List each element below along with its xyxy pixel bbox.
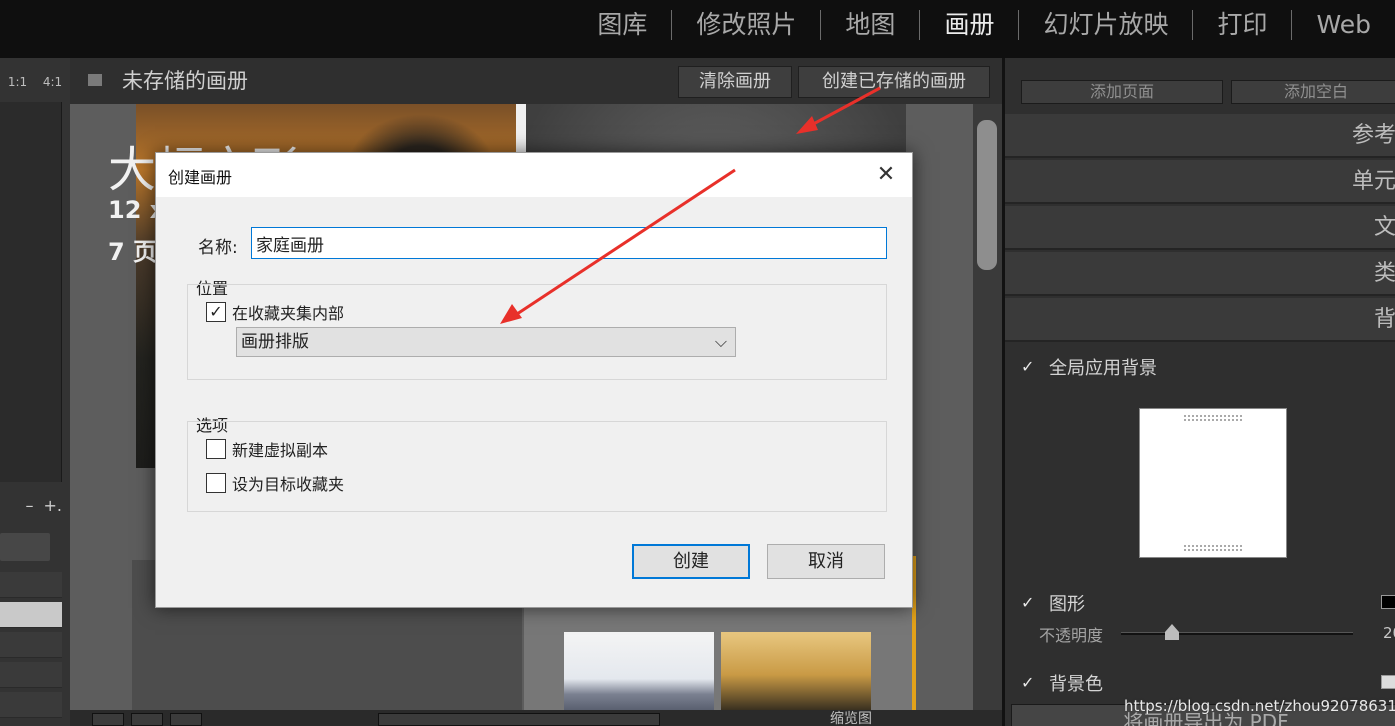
ornament-top-icon xyxy=(1184,415,1242,421)
ornament-bottom-icon xyxy=(1184,545,1242,551)
check-icon: ✓ xyxy=(206,302,226,322)
graphic-checkbox[interactable]: ✓ 图形 xyxy=(1021,590,1085,616)
new-virtual-copies-label: 新建虚拟副本 xyxy=(232,441,329,460)
opacity-slider-knob[interactable] xyxy=(1165,624,1179,640)
background-color-checkbox[interactable]: ✓ 背景色 xyxy=(1021,670,1103,696)
navigator-preview xyxy=(0,102,62,482)
page-navigation-control[interactable] xyxy=(378,713,660,726)
background-color-swatch[interactable] xyxy=(1381,675,1395,689)
opacity-value[interactable]: 20 xyxy=(1383,624,1395,642)
inside-collection-set-checkbox[interactable]: ✓ 在收藏夹集内部 xyxy=(206,300,344,324)
thumbnail-size-label: 缩览图 xyxy=(830,711,872,726)
create-saved-album-button[interactable]: 创建已存储的画册 xyxy=(798,66,990,98)
module-slideshow[interactable]: 幻灯片放映 xyxy=(1019,6,1192,44)
add-page-button[interactable]: 添加页面 xyxy=(1021,80,1223,104)
global-background-checkbox[interactable]: ✓ 全局应用背景 xyxy=(1021,354,1157,380)
chevron-down-icon: ⌵ xyxy=(714,332,727,351)
collections-header: – +. xyxy=(0,492,70,518)
checkbox-box xyxy=(206,439,226,459)
album-name-input[interactable] xyxy=(251,227,887,259)
cancel-button[interactable]: 取消 xyxy=(767,544,885,579)
options-group xyxy=(187,421,887,512)
create-album-dialog: 创建画册 ✕ 名称: 位置 ✓ 在收藏夹集内部 画册排版 ⌵ 选项 新建虚拟副本… xyxy=(155,152,913,608)
collection-row[interactable] xyxy=(0,572,62,598)
module-print[interactable]: 打印 xyxy=(1193,6,1291,44)
collection-row[interactable] xyxy=(0,692,62,718)
canvas-scrollbar-thumb[interactable] xyxy=(977,120,997,270)
set-target-collection-label: 设为目标收藏夹 xyxy=(232,475,345,494)
set-target-collection-checkbox[interactable]: 设为目标收藏夹 xyxy=(206,471,344,495)
left-panel: 1:1 4:1 – +. xyxy=(0,58,70,726)
view-multi-page-button[interactable] xyxy=(92,713,124,726)
dialog-titlebar: 创建画册 ✕ xyxy=(156,153,912,197)
app-window: 图库 修改照片 地图 画册 幻灯片放映 打印 Web 1:1 4:1 – +. xyxy=(0,0,1395,726)
book-toolbar: 未存储的画册 清除画册 创建已存储的画册 xyxy=(70,58,1002,104)
collections-filter-input[interactable] xyxy=(0,533,50,561)
check-icon: ✓ xyxy=(1021,593,1035,612)
section-text-label: 文本 xyxy=(1373,215,1395,240)
module-list: 图库 修改照片 地图 画册 幻灯片放映 打印 Web xyxy=(573,6,1395,44)
graphic-label: 图形 xyxy=(1049,594,1085,615)
section-guides[interactable]: 参考线 xyxy=(1005,114,1395,158)
section-type[interactable]: 类型 xyxy=(1005,252,1395,296)
grid-view-icon[interactable] xyxy=(88,74,102,86)
collection-set-select[interactable]: 画册排版 ⌵ xyxy=(236,327,736,357)
dialog-title: 创建画册 xyxy=(168,168,233,187)
close-icon[interactable]: ✕ xyxy=(874,163,898,187)
right-panel: 添加页面 添加空白 参考线 单元格 文本 类型 背景 ✓ 全局应用背景 ✓ 图形… xyxy=(1002,58,1395,726)
checkbox-box xyxy=(206,473,226,493)
section-cell[interactable]: 单元格 xyxy=(1005,160,1395,204)
background-preview[interactable] xyxy=(1139,408,1287,558)
watermark-text: https://blog.csdn.net/zhou920786312 xyxy=(1124,697,1395,715)
create-button[interactable]: 创建 xyxy=(632,544,750,579)
module-develop[interactable]: 修改照片 xyxy=(672,6,820,44)
opacity-slider-track[interactable] xyxy=(1121,632,1353,635)
clear-album-button[interactable]: 清除画册 xyxy=(678,66,792,98)
page-photo-mountains[interactable] xyxy=(564,632,714,710)
section-type-label: 类型 xyxy=(1373,261,1395,286)
module-library[interactable]: 图库 xyxy=(573,6,671,44)
navigator-zoom-row: 1:1 4:1 xyxy=(0,64,70,100)
graphic-color-swatch[interactable] xyxy=(1381,595,1395,609)
view-single-page-button[interactable] xyxy=(170,713,202,726)
view-spread-button[interactable] xyxy=(131,713,163,726)
zoom-4to1-option[interactable]: 4:1 xyxy=(43,75,62,89)
new-virtual-copies-checkbox[interactable]: 新建虚拟副本 xyxy=(206,437,328,461)
page-photo-sunset[interactable] xyxy=(721,632,871,710)
collection-set-value: 画册排版 xyxy=(241,332,309,352)
section-background-label: 背景 xyxy=(1373,307,1395,332)
collection-row[interactable] xyxy=(0,662,62,688)
name-label: 名称: xyxy=(198,238,238,258)
module-book[interactable]: 画册 xyxy=(920,6,1018,44)
inside-collection-set-label: 在收藏夹集内部 xyxy=(232,304,345,323)
background-color-label: 背景色 xyxy=(1049,674,1103,695)
opacity-label: 不透明度 xyxy=(1039,626,1104,645)
section-cell-label: 单元格 xyxy=(1351,169,1395,194)
album-title: 未存储的画册 xyxy=(122,69,248,93)
global-background-label: 全局应用背景 xyxy=(1049,358,1157,379)
check-icon: ✓ xyxy=(1021,357,1035,376)
add-blank-button[interactable]: 添加空白 xyxy=(1231,80,1395,104)
section-background[interactable]: 背景 xyxy=(1005,298,1395,342)
zoom-1to1-option[interactable]: 1:1 xyxy=(8,75,27,89)
remove-collection-button[interactable]: – xyxy=(26,496,34,515)
section-guides-label: 参考线 xyxy=(1351,123,1395,148)
cover-pages-text: 7 页 xyxy=(108,238,158,266)
add-collection-button[interactable]: +. xyxy=(44,496,63,515)
section-text[interactable]: 文本 xyxy=(1005,206,1395,250)
check-icon: ✓ xyxy=(1021,673,1035,692)
collection-row-selected[interactable] xyxy=(0,602,62,628)
module-web[interactable]: Web xyxy=(1292,6,1395,44)
module-picker-bar: 图库 修改照片 地图 画册 幻灯片放映 打印 Web xyxy=(0,0,1395,58)
collection-row[interactable] xyxy=(0,632,62,658)
module-map[interactable]: 地图 xyxy=(821,6,919,44)
